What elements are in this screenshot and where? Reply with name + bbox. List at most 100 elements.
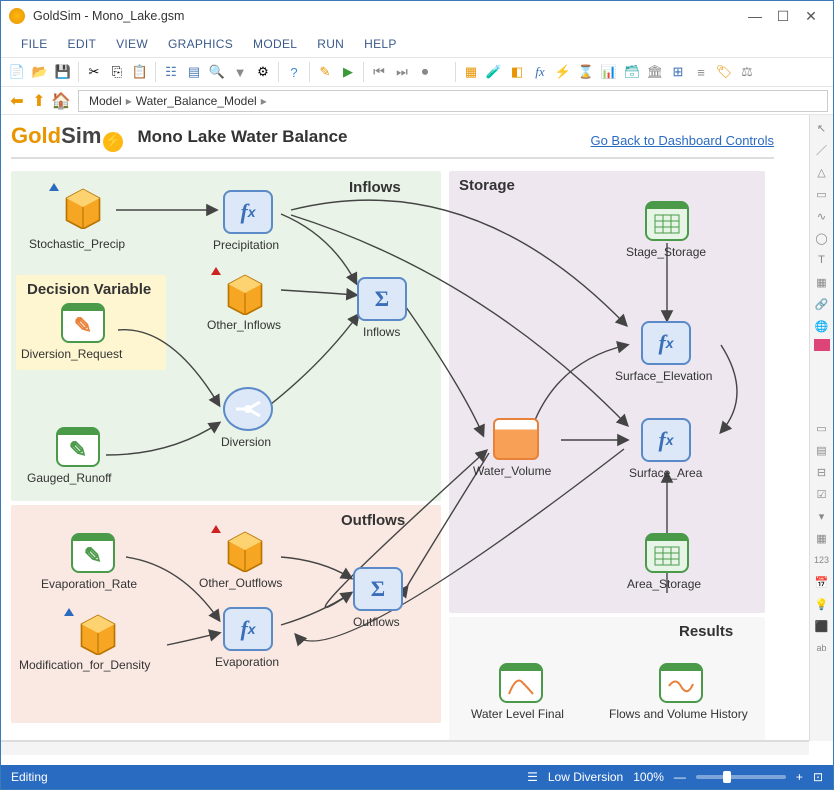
- menu-help[interactable]: HELP: [354, 33, 407, 55]
- image-icon[interactable]: ▦: [813, 273, 831, 291]
- node-diversion-request[interactable]: ✎: [61, 303, 105, 343]
- label-water-volume: Water_Volume: [473, 464, 551, 478]
- input-tool-icon[interactable]: ▤: [813, 441, 831, 459]
- node-area-storage[interactable]: [645, 533, 689, 573]
- pointer-icon[interactable]: ↖: [813, 119, 831, 137]
- new-icon[interactable]: 📄: [6, 61, 28, 83]
- text-icon[interactable]: T: [813, 251, 831, 269]
- menu-edit[interactable]: EDIT: [58, 33, 107, 55]
- menu-graphics[interactable]: GRAPHICS: [158, 33, 243, 55]
- minimize-button[interactable]: —: [741, 5, 769, 27]
- button-tool-icon[interactable]: ▭: [813, 419, 831, 437]
- panel-icon[interactable]: [814, 339, 830, 351]
- menu-view[interactable]: VIEW: [106, 33, 158, 55]
- breadcrumb[interactable]: Model ▸ Water_Balance_Model ▸: [78, 90, 828, 112]
- menu-model[interactable]: MODEL: [243, 33, 307, 55]
- maximize-button[interactable]: ☐: [769, 5, 797, 27]
- fit-icon[interactable]: ⊡: [813, 770, 823, 784]
- category-icon[interactable]: ⊞: [667, 61, 689, 83]
- back-to-dashboard-link[interactable]: Go Back to Dashboard Controls: [590, 133, 774, 148]
- db-icon[interactable]: 🗃: [621, 61, 643, 83]
- link-icon[interactable]: 🔗: [813, 295, 831, 313]
- zoom-slider[interactable]: [696, 775, 786, 779]
- tag-icon[interactable]: 🏷: [713, 61, 735, 83]
- node-precipitation[interactable]: fx: [223, 190, 273, 234]
- event-icon[interactable]: ⚡: [552, 61, 574, 83]
- titlebar: GoldSim - Mono_Lake.gsm — ☐ ✕: [1, 1, 833, 31]
- ellipse-icon[interactable]: ◯: [813, 229, 831, 247]
- zoom-out-button[interactable]: —: [674, 770, 686, 784]
- node-stage-storage[interactable]: [645, 201, 689, 241]
- copy-icon[interactable]: ⎘: [106, 61, 128, 83]
- rect-icon[interactable]: ▭: [813, 185, 831, 203]
- tree-icon[interactable]: ☷: [160, 61, 182, 83]
- node-inflows-sum[interactable]: Σ: [357, 277, 407, 321]
- list-icon[interactable]: ≡: [690, 61, 712, 83]
- date-tool-icon[interactable]: 📅: [813, 573, 831, 591]
- node-surface-area[interactable]: fx: [641, 418, 691, 462]
- paste-icon[interactable]: 📋: [129, 61, 151, 83]
- nav-up-icon[interactable]: ⬆: [28, 90, 50, 112]
- combo-tool-icon[interactable]: ▾: [813, 507, 831, 525]
- horizontal-scrollbar[interactable]: [1, 741, 809, 755]
- node-water-level-final[interactable]: [499, 663, 543, 703]
- chart-icon[interactable]: 📊: [598, 61, 620, 83]
- num-tool-icon[interactable]: 123: [813, 551, 831, 569]
- node-evaporation[interactable]: fx: [223, 607, 273, 651]
- slider-tool-icon[interactable]: ⊟: [813, 463, 831, 481]
- open-icon[interactable]: 📂: [29, 61, 51, 83]
- filter-icon[interactable]: ▼: [229, 61, 251, 83]
- node-other-outflows[interactable]: [223, 530, 267, 570]
- menu-file[interactable]: FILE: [11, 33, 58, 55]
- node-water-volume[interactable]: [493, 418, 539, 460]
- node-stochastic-precip[interactable]: [61, 187, 105, 227]
- node-flows-history[interactable]: [659, 663, 703, 703]
- save-icon[interactable]: 💾: [52, 61, 74, 83]
- label-evaporation: Evaporation: [215, 655, 279, 669]
- scenario-icon[interactable]: ☰: [527, 770, 538, 784]
- gear-icon[interactable]: ⚙: [252, 61, 274, 83]
- breadcrumb-seg-1[interactable]: Water_Balance_Model: [136, 94, 257, 108]
- cut-icon[interactable]: ✂: [83, 61, 105, 83]
- note-icon[interactable]: ▤: [183, 61, 205, 83]
- container-icon[interactable]: ▦: [460, 61, 482, 83]
- node-evaporation-rate[interactable]: ✎: [71, 533, 115, 573]
- check-tool-icon[interactable]: ☑: [813, 485, 831, 503]
- nav-left-icon[interactable]: ⬅: [6, 90, 28, 112]
- edit-icon[interactable]: ✎: [314, 61, 336, 83]
- polygon-icon[interactable]: △: [813, 163, 831, 181]
- help-icon[interactable]: ?: [283, 61, 305, 83]
- breadcrumb-seg-0[interactable]: Model: [89, 94, 122, 108]
- step-back-icon[interactable]: ⏮: [368, 61, 390, 83]
- node-other-inflows[interactable]: [223, 273, 267, 313]
- grid-tool-icon[interactable]: ▦: [813, 529, 831, 547]
- zoom-in-button[interactable]: +: [796, 770, 803, 784]
- bank-icon[interactable]: 🏛: [644, 61, 666, 83]
- menu-run[interactable]: RUN: [307, 33, 354, 55]
- bulb-icon[interactable]: 💡: [813, 595, 831, 613]
- step-fwd-icon[interactable]: ⏭: [391, 61, 413, 83]
- line-icon[interactable]: ／: [813, 141, 831, 159]
- globe-icon[interactable]: 🌐: [813, 317, 831, 335]
- node-gauged-runoff[interactable]: ✎: [56, 427, 100, 467]
- time-icon[interactable]: ⌛: [575, 61, 597, 83]
- node-mod-density[interactable]: [76, 613, 120, 653]
- node-diversion[interactable]: [223, 387, 273, 431]
- nav-home-icon[interactable]: 🏠: [50, 90, 72, 112]
- stock-icon[interactable]: ◧: [506, 61, 528, 83]
- run-icon[interactable]: ▶: [337, 61, 359, 83]
- panel-title-results: Results: [679, 623, 733, 640]
- record-icon[interactable]: ⏺: [414, 61, 436, 83]
- graphics-canvas[interactable]: GoldSim⚡ Mono Lake Water Balance Go Back…: [1, 115, 809, 741]
- node-surface-elevation[interactable]: fx: [641, 321, 691, 365]
- pool-icon[interactable]: 🧪: [483, 61, 505, 83]
- curve-icon[interactable]: ∿: [813, 207, 831, 225]
- ab-icon[interactable]: ab: [813, 639, 831, 657]
- weight-icon[interactable]: ⚖: [736, 61, 758, 83]
- node-outflows-sum[interactable]: Σ: [353, 567, 403, 611]
- scenario-label[interactable]: Low Diversion: [548, 770, 623, 784]
- close-button[interactable]: ✕: [797, 5, 825, 27]
- search-icon[interactable]: 🔍: [206, 61, 228, 83]
- digit-icon[interactable]: ⬛: [813, 617, 831, 635]
- fx-icon[interactable]: fx: [529, 61, 551, 83]
